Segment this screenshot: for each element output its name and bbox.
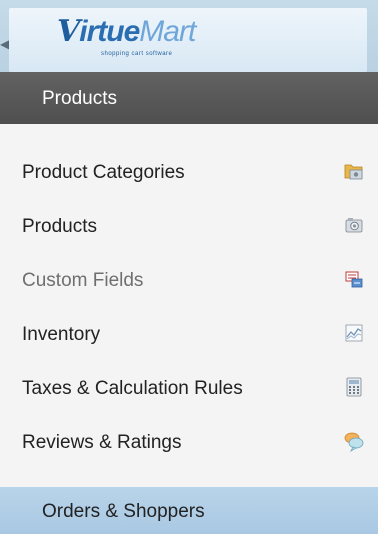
menu-item-label: Products — [22, 216, 97, 237]
menu-item-custom-fields[interactable]: Custom Fields — [0, 260, 378, 300]
menu-item-label: Product Categories — [22, 162, 185, 183]
folder-icon — [344, 164, 363, 180]
menu-item-label: Inventory — [22, 324, 101, 345]
custom-fields-icon — [345, 271, 363, 288]
menu-item-label: Custom Fields — [22, 270, 144, 291]
sidebar-header: ◀ VirtueMart shopping cart software — [0, 0, 378, 72]
logo-wordmark: VirtueMart — [57, 14, 196, 49]
menu-item-product-categories[interactable]: Product Categories — [0, 152, 378, 192]
speech-bubble-icon — [344, 432, 364, 452]
products-menu: Product Categories Products Custom Field… — [0, 124, 378, 487]
menu-item-taxes-calculation-rules[interactable]: Taxes & Calculation Rules — [0, 368, 378, 408]
section-title: Products — [42, 88, 117, 109]
menu-item-reviews-ratings[interactable]: Reviews & Ratings — [0, 422, 378, 462]
section-products-header[interactable]: Products — [0, 72, 378, 124]
menu-item-label: Taxes & Calculation Rules — [22, 378, 243, 399]
calculator-icon — [346, 377, 362, 397]
menu-item-label: Reviews & Ratings — [22, 432, 182, 453]
logo-tagline: shopping cart software — [101, 51, 173, 57]
collapse-arrow-icon[interactable]: ◀ — [0, 26, 9, 62]
section-orders-shoppers-header[interactable]: Orders & Shoppers — [0, 487, 378, 534]
virtuemart-logo[interactable]: VirtueMart shopping cart software — [9, 8, 367, 72]
menu-item-inventory[interactable]: Inventory — [0, 314, 378, 354]
chart-icon — [345, 324, 363, 342]
camera-icon — [345, 218, 363, 233]
section-title: Orders & Shoppers — [42, 501, 205, 522]
menu-item-products[interactable]: Products — [0, 206, 378, 246]
